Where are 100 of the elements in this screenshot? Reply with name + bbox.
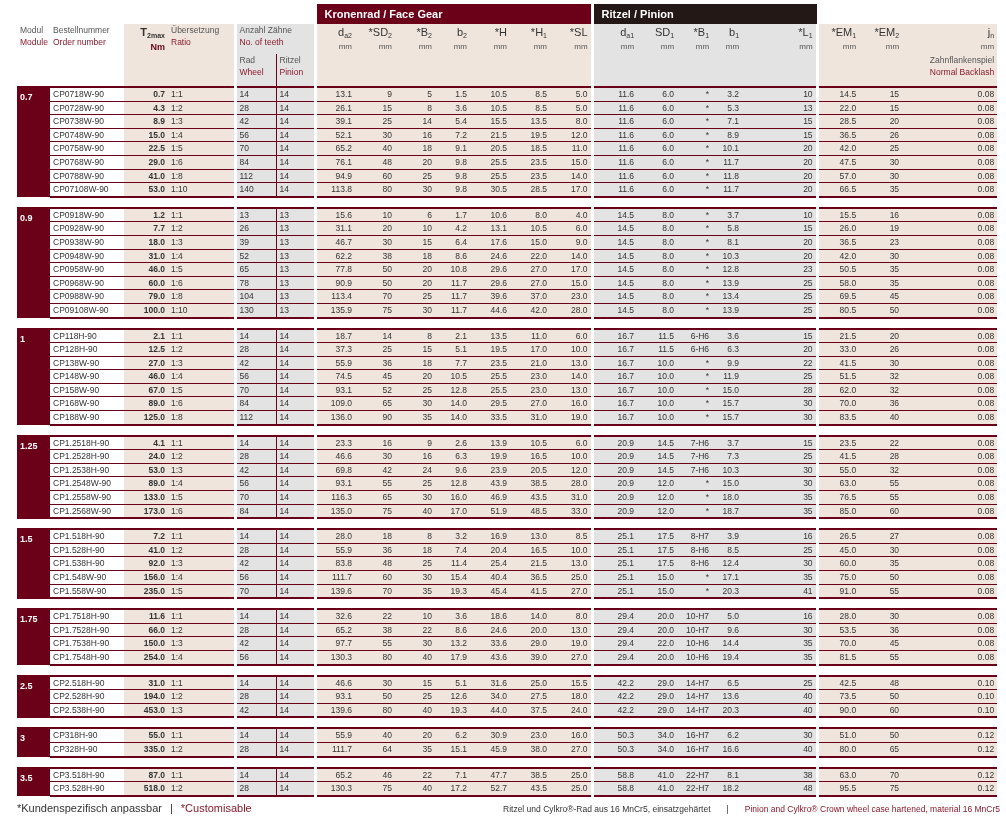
table-cell: 8.0 — [550, 609, 593, 624]
unit-label: mm — [841, 41, 857, 53]
column-symbol: *L$_{1}$ — [797, 25, 813, 40]
table-cell: 51.0 — [817, 728, 860, 743]
table-cell: 16 — [742, 529, 818, 544]
table-cell: 32.6 — [315, 609, 355, 624]
table-cell: 46.6 — [315, 675, 355, 690]
table-cell: 10-H7 — [677, 609, 713, 624]
table-cell: 13 — [235, 207, 276, 222]
table-cell: 10.5 — [470, 87, 510, 102]
header-label: Übersetzung — [171, 24, 221, 36]
table-cell: 48 — [859, 675, 903, 690]
separator: | — [169, 800, 173, 816]
table-cell: 14.0 — [510, 609, 550, 624]
table-cell: 16.9 — [470, 529, 510, 544]
table-cell: 1:1 — [168, 529, 235, 544]
header-label: Modul — [20, 24, 45, 36]
table-cell: 15.5 — [550, 675, 593, 690]
table-cell: 8-H7 — [677, 529, 713, 544]
table-cell: 6.0 — [550, 328, 593, 343]
table-cell: 13 — [276, 207, 315, 222]
table-cell: 16.7 — [592, 328, 638, 343]
separator: | — [726, 803, 729, 817]
table-cell: 6.2 — [435, 728, 470, 743]
table-cell: 18 — [355, 529, 395, 544]
table-cell: 14 — [276, 675, 315, 690]
unit-label: mm — [377, 41, 392, 53]
table-cell: 55.0 — [124, 728, 168, 743]
column-symbol: b$_{2}$ — [455, 25, 467, 40]
unit-label: mm — [532, 41, 547, 53]
table-cell: 8.5 — [510, 87, 550, 102]
table-cell: 14 — [355, 328, 395, 343]
table-cell: 25.0 — [550, 767, 593, 782]
table-cell: 1:1 — [168, 728, 235, 743]
table-cell: 46 — [355, 767, 395, 782]
table-cell: 28.0 — [817, 609, 860, 624]
table-cell: 22 — [859, 435, 903, 450]
column-symbol: b$_{1}$ — [728, 25, 740, 40]
header-label: Order number — [53, 36, 107, 48]
header-label: Anzahl Zähne — [239, 24, 293, 36]
header-label: Module — [20, 36, 47, 48]
table-cell: 16 — [859, 207, 903, 222]
table-cell: 23.5 — [817, 435, 860, 450]
table-cell: 3.2 — [435, 529, 470, 544]
table-cell: 8.5 — [550, 529, 593, 544]
table-cell: 10.5 — [510, 435, 550, 450]
table-cell: 0.08 — [902, 207, 998, 222]
table-cell: 14 — [235, 87, 276, 102]
unit-label: mm — [337, 41, 352, 53]
module-label: 1 — [17, 328, 50, 425]
table-cell: 6-H6 — [677, 328, 713, 343]
header-label: No. of teeth — [239, 36, 285, 48]
table-cell: 16 — [742, 609, 818, 624]
table-cell: 22-H7 — [677, 767, 713, 782]
table-cell: 8.1 — [712, 767, 743, 782]
table-cell: 15 — [395, 675, 435, 690]
footnote: *Customisable — [180, 800, 252, 816]
table-cell: 1.2 — [124, 207, 168, 222]
table-cell: 31.0 — [124, 675, 168, 690]
table-cell: 14 — [276, 435, 315, 450]
table-cell: 16-H7 — [677, 728, 713, 743]
table-cell: 14 — [235, 609, 276, 624]
table-cell: 16 — [355, 435, 395, 450]
unit-label: mm — [724, 41, 740, 53]
table-cell: 8 — [395, 328, 435, 343]
table-cell: 0.12 — [902, 728, 998, 743]
table-cell: 7-H6 — [677, 435, 713, 450]
module-label: 1.5 — [17, 529, 50, 599]
table-cell: 4.0 — [550, 207, 593, 222]
table-cell: 5.0 — [712, 609, 743, 624]
table-cell: 2.1 — [435, 328, 470, 343]
table-cell: 5.0 — [550, 87, 593, 102]
module-label: 1.25 — [17, 435, 50, 519]
table-cell: 42.5 — [817, 675, 860, 690]
unit-label: mm — [798, 41, 813, 53]
table-cell: 47.7 — [470, 767, 510, 782]
table-cell: 14 — [276, 87, 315, 102]
table-cell: 15 — [859, 87, 903, 102]
column-symbol: *H — [493, 25, 507, 40]
table-cell: 15.6 — [315, 207, 355, 222]
unit-label: mm — [492, 41, 507, 53]
table-cell: 1:1 — [168, 87, 235, 102]
header-label: Pinion — [279, 66, 305, 78]
header-label: Normal Backlash — [928, 66, 995, 78]
table-cell: 8.0 — [637, 207, 678, 222]
table-cell: 20 — [395, 728, 435, 743]
module-label: 3 — [17, 728, 50, 757]
table-cell: 30 — [859, 609, 903, 624]
table-cell: 41.0 — [637, 767, 678, 782]
table-cell: 14 — [235, 728, 276, 743]
table-cell: 25.1 — [592, 529, 638, 544]
table-cell: 6 — [395, 207, 435, 222]
table-cell: 0.7 — [124, 87, 168, 102]
column-symbol: *B$_{1}$ — [692, 25, 710, 40]
header-label: Zahnflankenspiel — [928, 54, 995, 66]
table-cell: 0.08 — [902, 435, 998, 450]
table-cell: 23.3 — [315, 435, 355, 450]
table-cell: 7.1 — [435, 767, 470, 782]
table-cell: 63.0 — [817, 767, 860, 782]
table-cell: 6.2 — [712, 728, 743, 743]
